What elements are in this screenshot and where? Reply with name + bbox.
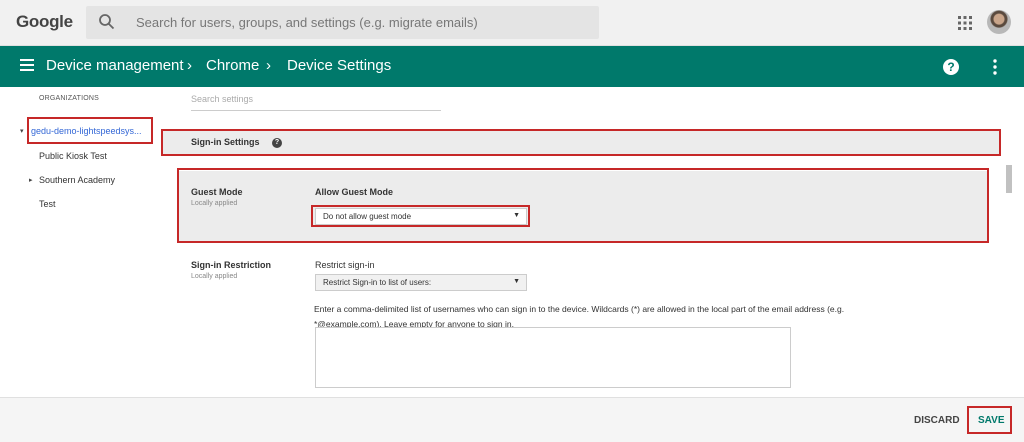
breadcrumb-device-management[interactable]: Device management bbox=[46, 57, 184, 74]
highlight-box bbox=[177, 168, 989, 243]
allowed-users-textarea[interactable] bbox=[315, 327, 791, 388]
expand-caret-icon[interactable]: ▾ bbox=[20, 127, 24, 135]
restrict-sign-in-select-value: Restrict Sign-in to list of users: bbox=[323, 278, 432, 287]
restrict-sign-in-label: Restrict sign-in bbox=[315, 260, 375, 270]
scrollbar-thumb[interactable] bbox=[1006, 165, 1012, 193]
collapse-caret-icon[interactable]: ▸ bbox=[29, 176, 33, 184]
page-header: Device management › Chrome › Device Sett… bbox=[0, 46, 1024, 87]
more-vert-icon[interactable] bbox=[993, 59, 997, 75]
top-bar: Google Search for users, groups, and set… bbox=[0, 0, 1024, 46]
admin-search-bar[interactable]: Search for users, groups, and settings (… bbox=[86, 6, 599, 39]
org-item-test[interactable]: Test bbox=[39, 199, 56, 209]
action-footer: DISCARD SAVE bbox=[0, 397, 1024, 442]
settings-search-input[interactable]: Search settings bbox=[191, 93, 441, 111]
breadcrumb-separator: › bbox=[266, 57, 271, 74]
dropdown-arrow-icon: ▼ bbox=[513, 278, 520, 285]
description-line: Enter a comma-delimited list of username… bbox=[314, 304, 845, 314]
menu-icon[interactable] bbox=[20, 59, 34, 71]
org-item-public-kiosk-test[interactable]: Public Kiosk Test bbox=[39, 151, 107, 161]
highlight-box bbox=[161, 129, 1001, 156]
highlight-box bbox=[311, 205, 530, 227]
sign-in-restriction-label: Sign-in Restriction bbox=[191, 260, 272, 270]
highlight-box bbox=[27, 117, 153, 144]
breadcrumb-device-settings: Device Settings bbox=[287, 57, 392, 74]
discard-button[interactable]: DISCARD bbox=[914, 415, 960, 426]
search-placeholder: Search for users, groups, and settings (… bbox=[136, 15, 478, 30]
google-logo[interactable]: Google bbox=[16, 12, 73, 32]
breadcrumb-chrome[interactable]: Chrome bbox=[206, 57, 259, 74]
help-icon[interactable]: ? bbox=[943, 59, 959, 75]
restrict-sign-in-select[interactable]: Restrict Sign-in to list of users: ▼ bbox=[315, 274, 527, 291]
org-item-southern-academy[interactable]: Southern Academy bbox=[39, 175, 115, 185]
sidebar-title: ORGANIZATIONS bbox=[39, 95, 100, 102]
breadcrumb-separator: › bbox=[187, 57, 192, 74]
apps-grid-icon[interactable] bbox=[958, 16, 972, 30]
sign-in-restriction-sublabel: Locally applied bbox=[191, 273, 238, 280]
search-icon bbox=[99, 14, 115, 30]
avatar[interactable] bbox=[987, 10, 1011, 34]
highlight-box bbox=[967, 406, 1012, 434]
